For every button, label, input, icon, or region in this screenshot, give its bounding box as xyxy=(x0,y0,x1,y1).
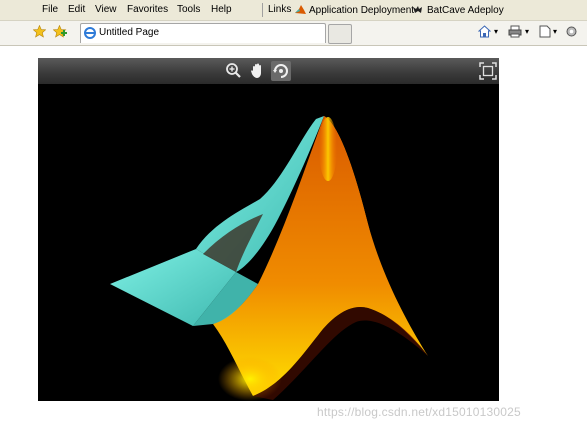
pan-hand-icon xyxy=(251,63,261,78)
print-icon[interactable] xyxy=(508,25,522,38)
menu-separator xyxy=(262,3,263,17)
add-favorite-icon[interactable] xyxy=(53,25,67,38)
zoom-in-button[interactable] xyxy=(224,61,244,81)
menu-view[interactable]: View xyxy=(95,4,117,15)
menu-bar: File Edit View Favorites Tools Help Link… xyxy=(0,0,587,21)
menu-favorites[interactable]: Favorites xyxy=(127,4,168,15)
tools-gear-icon[interactable] xyxy=(565,25,578,38)
viewer-toolbar xyxy=(38,58,499,84)
home-dropdown-icon[interactable]: ▾ xyxy=(494,27,498,36)
new-tab-button[interactable] xyxy=(328,24,352,44)
link-batcave-adeploy[interactable]: BatCave Adeploy xyxy=(413,4,504,16)
link-batcave-adeploy-label: BatCave Adeploy xyxy=(427,5,504,16)
favorites-star-icon[interactable] xyxy=(33,25,46,38)
bat-icon xyxy=(413,6,422,13)
tab-untitled-page[interactable]: Untitled Page xyxy=(80,23,326,43)
ie-page-icon xyxy=(84,27,96,39)
menu-help[interactable]: Help xyxy=(211,4,232,15)
home-icon[interactable] xyxy=(478,25,491,38)
surface-plot[interactable] xyxy=(38,84,499,401)
link-application-deployment-label: Application Deployment xyxy=(309,5,415,16)
watermark-text: https://blog.csdn.net/xd15010130025 xyxy=(317,405,521,419)
page-dropdown-icon[interactable]: ▾ xyxy=(553,27,557,36)
page-menu-icon[interactable] xyxy=(539,25,551,38)
tab-title: Untitled Page xyxy=(99,27,160,38)
fullscreen-button[interactable] xyxy=(478,61,498,81)
link-application-deployment[interactable]: Application Deployment xyxy=(295,4,414,16)
figure-viewer[interactable] xyxy=(38,58,499,401)
matlab-logo-icon xyxy=(295,5,306,14)
fullscreen-icon xyxy=(479,62,497,80)
zoom-in-icon xyxy=(226,63,241,78)
surface-peak-highlight xyxy=(319,117,337,181)
menu-tools[interactable]: Tools xyxy=(177,4,200,15)
menu-edit[interactable]: Edit xyxy=(68,4,85,15)
rotate-3d-button[interactable] xyxy=(271,61,291,81)
links-label: Links xyxy=(268,4,292,15)
tab-bar: Untitled Page ▾ ▾ ▾ xyxy=(0,21,587,46)
print-dropdown-icon[interactable]: ▾ xyxy=(525,27,529,36)
pan-button[interactable] xyxy=(248,61,268,81)
menu-file[interactable]: File xyxy=(42,4,58,15)
rotate-3d-icon xyxy=(273,64,288,78)
